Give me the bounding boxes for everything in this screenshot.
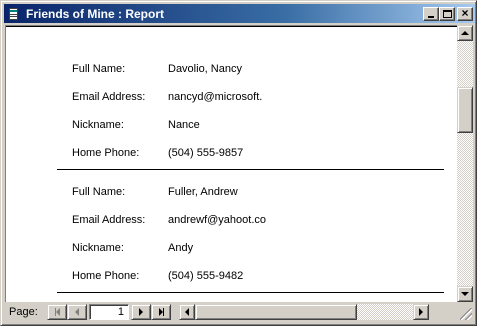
full-name-label: Full Name: <box>72 63 126 75</box>
close-button[interactable]: × <box>457 5 473 21</box>
resize-grip-icon <box>460 308 472 320</box>
scroll-right-button[interactable] <box>413 304 429 320</box>
phone-label: Home Phone: <box>72 270 140 282</box>
report-preview: Full Name: Davolio, Nancy Email Address:… <box>5 25 457 302</box>
arrow-down-icon <box>461 292 469 296</box>
maximize-button[interactable] <box>439 6 455 21</box>
nickname-value: Andy <box>168 242 194 254</box>
arrow-right-icon <box>419 308 423 316</box>
nickname-label: Nickname: <box>72 242 124 254</box>
previous-icon <box>75 308 79 316</box>
record-separator <box>57 292 444 293</box>
email-label: Email Address: <box>72 91 146 103</box>
report-icon[interactable] <box>6 7 22 21</box>
full-name-value: Fuller, Andrew <box>168 186 238 198</box>
phone-value: (504) 555-9482 <box>168 270 244 282</box>
next-icon <box>139 308 143 316</box>
last-page-button[interactable] <box>151 304 171 320</box>
page-label: Page: <box>9 306 38 318</box>
scroll-down-button[interactable] <box>457 286 473 302</box>
title-bar[interactable]: Friends of Mine : Report × <box>4 4 475 23</box>
page-edge <box>6 26 457 27</box>
scroll-up-button[interactable] <box>457 25 473 41</box>
record-separator <box>57 169 444 170</box>
first-page-button[interactable] <box>47 304 67 320</box>
arrow-up-icon <box>461 31 469 35</box>
full-name-value: Davolio, Nancy <box>168 63 242 75</box>
report-window: Friends of Mine : Report × Full Name: Da… <box>0 0 477 326</box>
phone-value: (504) 555-9857 <box>168 147 244 159</box>
arrow-left-icon <box>185 308 189 316</box>
email-label: Email Address: <box>72 214 146 226</box>
email-value: andrewf@yahoot.co <box>168 214 267 226</box>
nickname-label: Nickname: <box>72 119 124 131</box>
next-page-button[interactable] <box>131 304 151 320</box>
maximize-icon <box>443 9 452 18</box>
previous-page-button[interactable] <box>67 304 87 320</box>
nickname-value: Nance <box>168 119 200 131</box>
minimize-icon <box>428 15 434 18</box>
full-name-label: Full Name: <box>72 186 126 198</box>
close-icon: × <box>461 5 469 20</box>
phone-label: Home Phone: <box>72 147 140 159</box>
vertical-scrollbar[interactable] <box>457 25 473 302</box>
horizontal-scroll-thumb[interactable] <box>195 304 357 320</box>
size-grip[interactable] <box>457 303 473 321</box>
vertical-scroll-thumb[interactable] <box>457 87 473 133</box>
record-navigation-bar: Page: 1 <box>5 303 473 321</box>
scroll-left-button[interactable] <box>179 304 195 320</box>
horizontal-scrollbar[interactable] <box>179 304 429 320</box>
minimize-button[interactable] <box>423 6 439 21</box>
page-number-input[interactable]: 1 <box>89 304 129 320</box>
email-value: nancyd@microsoft. <box>168 91 263 103</box>
window-title: Friends of Mine : Report <box>26 6 164 21</box>
